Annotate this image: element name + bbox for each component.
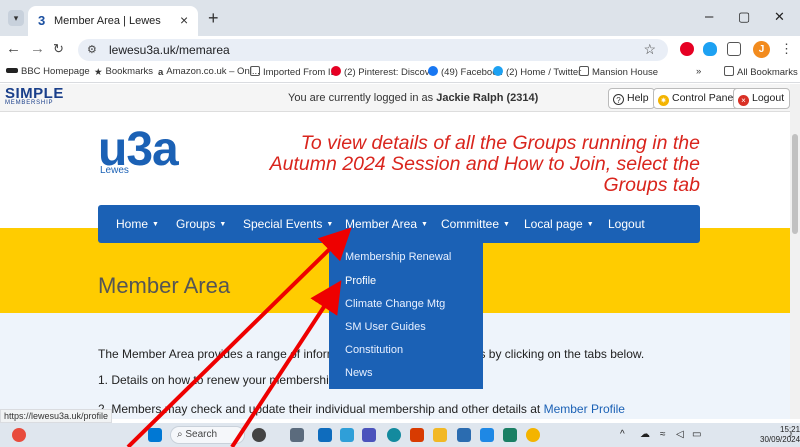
arrow-to-member-area bbox=[126, 227, 352, 447]
annotation-arrows bbox=[126, 227, 352, 447]
browser-window: ▾ 3 Member Area | Lewes × + – ▢ ✕ ← → ↻ … bbox=[0, 0, 800, 447]
arrow-to-profile bbox=[230, 280, 342, 447]
